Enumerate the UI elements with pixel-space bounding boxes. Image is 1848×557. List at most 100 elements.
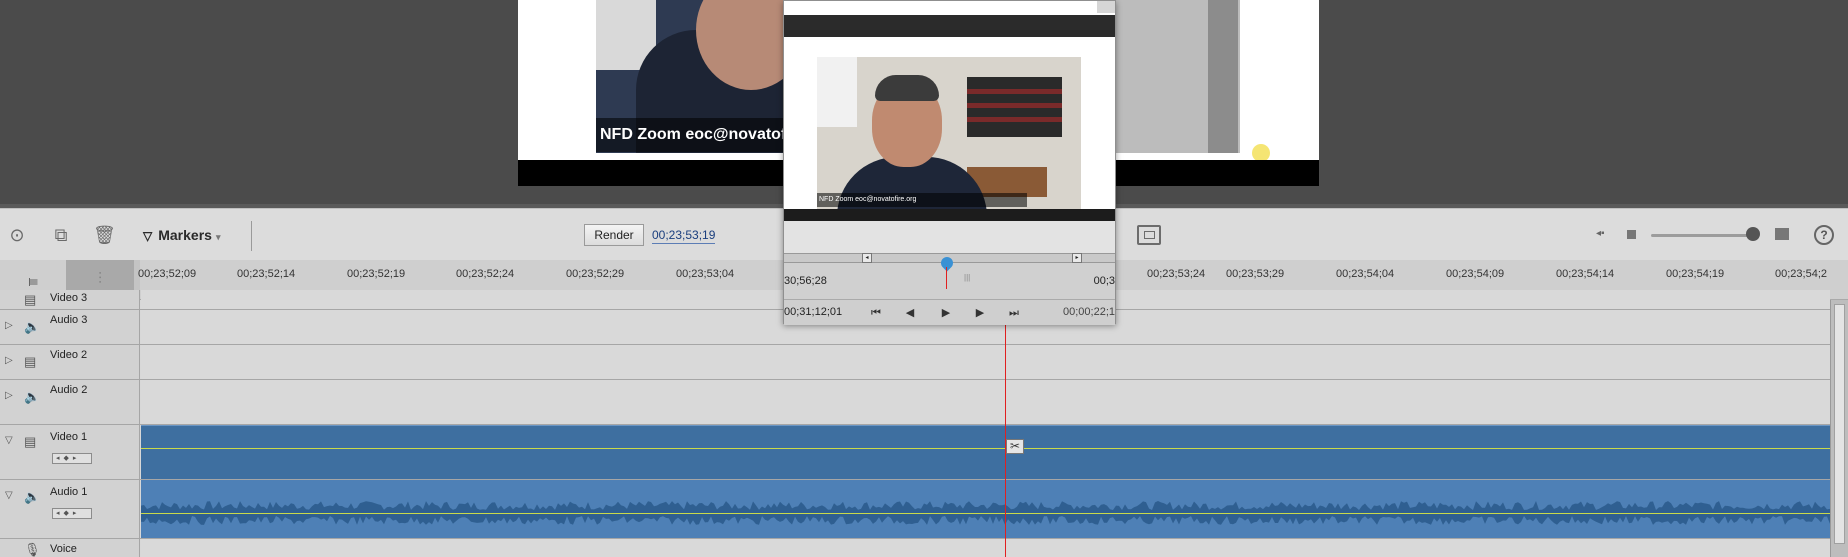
markers-label: Markers <box>158 227 212 243</box>
track-name: Video 1 <box>50 431 88 443</box>
preview-controls: ◂ ▸ 30;56;28 00;3 ||| 00;31;12;01 ⏮ ◀ ▶ … <box>784 221 1115 325</box>
track-header: 🎙 Voice <box>0 539 140 557</box>
keyframe-nav[interactable]: ◂◆▸ <box>52 508 92 519</box>
speaker-icon[interactable]: 🔈 <box>24 389 40 405</box>
track-body[interactable] <box>141 380 1830 424</box>
track-audio-1: ▽ 🔈 Audio 1 ◂◆▸ <box>0 480 1830 539</box>
track-voice: 🎙 Voice <box>0 539 1830 557</box>
track-header: ▽ ▤ Video 1 ◂◆▸ <box>0 425 140 479</box>
go-to-start-icon[interactable]: ⏮ <box>868 305 884 321</box>
track-header: ▷ 🔈 Audio 2 <box>0 380 140 424</box>
go-to-end-icon[interactable]: ⏭ <box>1006 305 1022 321</box>
track-name: Voice <box>50 543 77 555</box>
transport-bar: 00;31;12;01 ⏮ ◀ ▶ ▶ ⏭ 00;00;22;1 <box>784 299 1115 325</box>
play-icon[interactable]: ▶ <box>938 305 954 321</box>
zoom-slider-thumb[interactable] <box>1746 227 1760 241</box>
monitor-video-right <box>1116 0 1240 153</box>
ruler-tick-label: 00;23;53;04 <box>676 268 735 280</box>
camera-icon[interactable]: ⊙ <box>6 225 28 245</box>
fit-to-window-icon[interactable] <box>1137 225 1161 245</box>
track-video-1: ▽ ▤ Video 1 ◂◆▸ <box>0 425 1830 480</box>
scissors-icon[interactable]: ✂ <box>1006 439 1024 454</box>
close-icon[interactable] <box>1097 1 1115 13</box>
preview-playhead <box>946 267 947 289</box>
expand-arrow-icon[interactable]: ▷ <box>5 390 13 401</box>
speaker-icon[interactable]: 🔈 <box>24 489 40 505</box>
zoom-small-icon[interactable] <box>1627 230 1636 239</box>
track-header: ▷ 🔈 Audio 3 <box>0 310 140 344</box>
step-forward-icon[interactable]: ▶ <box>972 305 988 321</box>
chevron-down-icon: ▾ <box>215 232 221 242</box>
detach-icon[interactable]: ⧉ <box>50 225 72 245</box>
step-back-icon[interactable]: ◀ <box>902 305 918 321</box>
ruler-tick-label: 00;23;54;14 <box>1556 268 1615 280</box>
ruler-tick-label: 00;23;52;29 <box>566 268 625 280</box>
audio-clip[interactable] <box>141 480 1830 538</box>
marker-icon: ▽ <box>143 229 153 243</box>
ruler-tick-label: 00;23;54;04 <box>1336 268 1395 280</box>
range-out-handle[interactable]: ▸ <box>1072 253 1082 263</box>
track-header: ▽ 🔈 Audio 1 ◂◆▸ <box>0 480 140 538</box>
track-name: Video 3 <box>50 292 88 304</box>
track-name: Video 2 <box>50 349 88 361</box>
track-body[interactable] <box>141 345 1830 379</box>
preview-screen: NFD Zoom eoc@novatofire.org <box>784 15 1115 221</box>
scrub-timecode: 30;56;28 <box>784 275 827 287</box>
speaker-icon[interactable]: 🔈 <box>24 319 40 335</box>
clip-preview-panel: NFD Zoom eoc@novatofire.org ◂ ▸ 30;56;28… <box>783 0 1116 325</box>
video-clip[interactable] <box>141 425 1830 479</box>
timecode-field[interactable]: 00;23;53;19 <box>652 226 716 244</box>
monitor-caption: NFD Zoom eoc@novatof <box>596 118 784 152</box>
track-name: Audio 3 <box>50 314 88 326</box>
film-icon[interactable]: ▤ <box>24 434 36 450</box>
zoom-slider[interactable] <box>1651 234 1755 237</box>
render-button[interactable]: Render <box>584 224 644 246</box>
microphone-icon[interactable]: 🎙 <box>24 542 41 557</box>
markers-menu[interactable]: ▽ Markers ▾ <box>143 225 220 245</box>
track-audio-2: ▷ 🔈 Audio 2 <box>0 380 1830 425</box>
keyframe-nav[interactable]: ◂◆▸ <box>52 453 92 464</box>
ruler-tick-label: 00;23;52;09 <box>138 268 197 280</box>
track-header: ▤ Video 3 <box>0 290 140 309</box>
zoom-large-icon[interactable] <box>1775 228 1789 240</box>
scrollbar-thumb[interactable] <box>1834 304 1845 544</box>
track-body[interactable] <box>141 539 1830 557</box>
film-icon: ▤ <box>24 292 37 307</box>
toolbar-divider <box>251 221 252 251</box>
duration-timecode: 00;00;22;1 <box>1063 306 1115 318</box>
expand-arrow-icon[interactable]: ▷ <box>5 320 13 331</box>
preview-video <box>817 57 1081 209</box>
vertical-scrollbar[interactable] <box>1830 300 1848 557</box>
scrub-ticks: ||| <box>964 273 971 282</box>
track-video-2: ▷ ▤ Video 2 <box>0 345 1830 380</box>
timeline-playhead[interactable] <box>1005 324 1006 557</box>
ruler-tick-label: 00;23;52;24 <box>456 268 515 280</box>
preview-titlebar <box>784 1 1115 15</box>
preview-letterbox-top <box>784 15 1115 37</box>
range-in-handle[interactable]: ◂ <box>862 253 872 263</box>
current-timecode[interactable]: 00;31;12;01 <box>784 306 842 318</box>
ruler-tick-label: 00;23;54;19 <box>1666 268 1725 280</box>
ruler-tick-label: 00;23;52;14 <box>237 268 296 280</box>
preview-caption: NFD Zoom eoc@novatofire.org <box>817 193 1027 207</box>
preview-letterbox-bottom <box>784 209 1115 221</box>
trash-icon[interactable]: 🗑 <box>93 225 116 245</box>
scrub-timecode-right: 00;3 <box>1093 275 1115 287</box>
track-name: Audio 1 <box>50 486 88 498</box>
track-header: ▷ ▤ Video 2 <box>0 345 140 379</box>
app-window: NFD Zoom eoc@novatof ⊙ ⧉ 🗑 ▽ Markers ▾ Ren… <box>0 0 1848 557</box>
ruler-tick-label: 00;23;54;2 <box>1775 268 1827 280</box>
zoom-out-icon[interactable]: ◂▪ <box>1596 228 1610 240</box>
help-icon[interactable]: ? <box>1814 225 1834 245</box>
ruler-tick-label: 00;23;54;09 <box>1446 268 1505 280</box>
expand-arrow-icon[interactable]: ▷ <box>5 355 13 366</box>
clip-volume-line[interactable] <box>141 513 1830 514</box>
timeline-tracks: ▤ Video 3 ▷ 🔈 Audio 3 ▷ ▤ Video 2 ▷ 🔈 Au… <box>0 290 1848 557</box>
film-icon[interactable]: ▤ <box>24 354 36 370</box>
ruler-tick-label: 00;23;52;19 <box>347 268 406 280</box>
collapse-arrow-icon[interactable]: ▽ <box>5 435 13 446</box>
clip-opacity-line[interactable] <box>141 448 1830 449</box>
audio-waveform <box>141 501 1830 525</box>
ruler-tick-label: 00;23;53;24 <box>1147 268 1206 280</box>
collapse-arrow-icon[interactable]: ▽ <box>5 490 13 501</box>
